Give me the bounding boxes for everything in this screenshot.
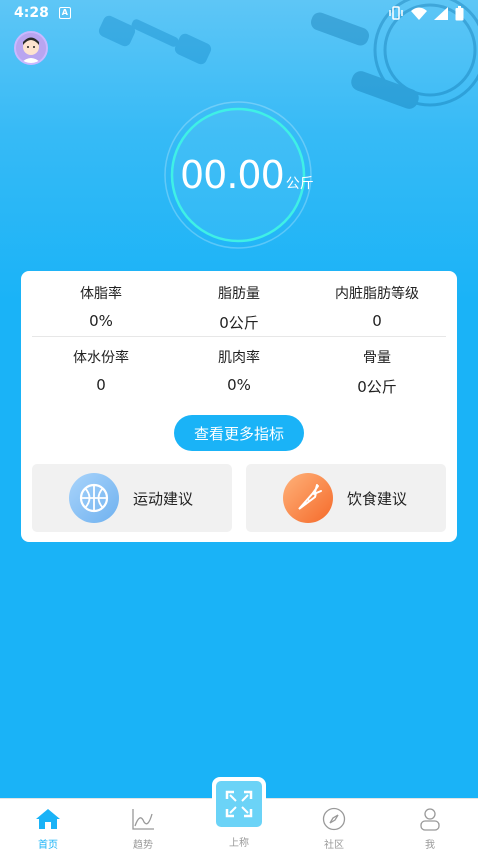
metrics-card: 体脂率 0% 脂肪量 0公斤 内脏脂肪等级 0 体水份率 0 肌肉率 0% 骨量… [21, 271, 457, 542]
exercise-advice-button[interactable]: 运动建议 [32, 464, 232, 532]
metric-fat-mass: 脂肪量 0公斤 [169, 283, 309, 333]
metric-label: 骨量 [363, 350, 391, 366]
metric-label: 内脏脂肪等级 [335, 286, 419, 302]
carrot-icon [283, 473, 333, 523]
vibrate-icon [389, 6, 403, 20]
compass-icon [322, 807, 346, 831]
tab-weigh-label: 上称 [229, 838, 249, 849]
metric-label: 脂肪量 [218, 286, 260, 302]
signal-icon [434, 6, 448, 20]
view-more-metrics-button[interactable]: 查看更多指标 [174, 415, 304, 451]
metric-value: 0 [96, 376, 106, 394]
divider [32, 336, 446, 337]
metric-value: 0% [89, 312, 113, 330]
weight-value: 00.00 [180, 153, 285, 197]
metric-body-water-rate: 体水份率 0 [31, 347, 171, 394]
metric-label: 肌肉率 [218, 350, 260, 366]
tab-trend[interactable]: 趋势 [113, 807, 173, 851]
metric-label: 体脂率 [80, 286, 122, 302]
weight-unit: 公斤 [285, 176, 314, 192]
notification-badge: A [58, 7, 71, 19]
metric-body-fat-rate: 体脂率 0% [31, 283, 171, 330]
metric-value: 0 [372, 312, 382, 330]
tab-me[interactable]: 我 [400, 807, 460, 851]
metric-value: 0公斤 [357, 378, 397, 396]
basketball-icon [69, 473, 119, 523]
tab-label: 我 [425, 840, 435, 851]
weigh-scale-button[interactable] [212, 777, 266, 831]
metric-value: 0% [227, 376, 251, 394]
tab-community[interactable]: 社区 [304, 807, 364, 851]
home-icon [36, 809, 60, 829]
tab-home[interactable]: 首页 [18, 807, 78, 851]
status-bar: 4:28 A [0, 0, 478, 26]
tab-label: 趋势 [133, 840, 153, 851]
metric-muscle-rate: 肌肉率 0% [169, 347, 309, 394]
battery-icon [455, 5, 464, 20]
diet-advice-button[interactable]: 饮食建议 [246, 464, 446, 532]
status-time: 4:28 [14, 5, 49, 21]
scan-frame-icon [225, 790, 253, 818]
metric-visceral-fat-level: 内脏脂肪等级 0 [307, 283, 447, 330]
tab-label: 首页 [38, 840, 58, 851]
weight-readout: 00.00 公斤 [180, 153, 314, 197]
diet-advice-label: 饮食建议 [347, 489, 408, 508]
tab-label: 社区 [324, 840, 344, 851]
user-icon [420, 808, 440, 831]
wifi-icon [411, 7, 427, 20]
metric-bone-mass: 骨量 0公斤 [307, 347, 447, 397]
trend-chart-icon [132, 809, 154, 830]
exercise-advice-label: 运动建议 [133, 489, 194, 508]
metric-value: 0公斤 [219, 314, 259, 332]
user-avatar-icon [16, 33, 46, 63]
avatar[interactable] [14, 31, 48, 65]
metric-label: 体水份率 [73, 350, 129, 366]
